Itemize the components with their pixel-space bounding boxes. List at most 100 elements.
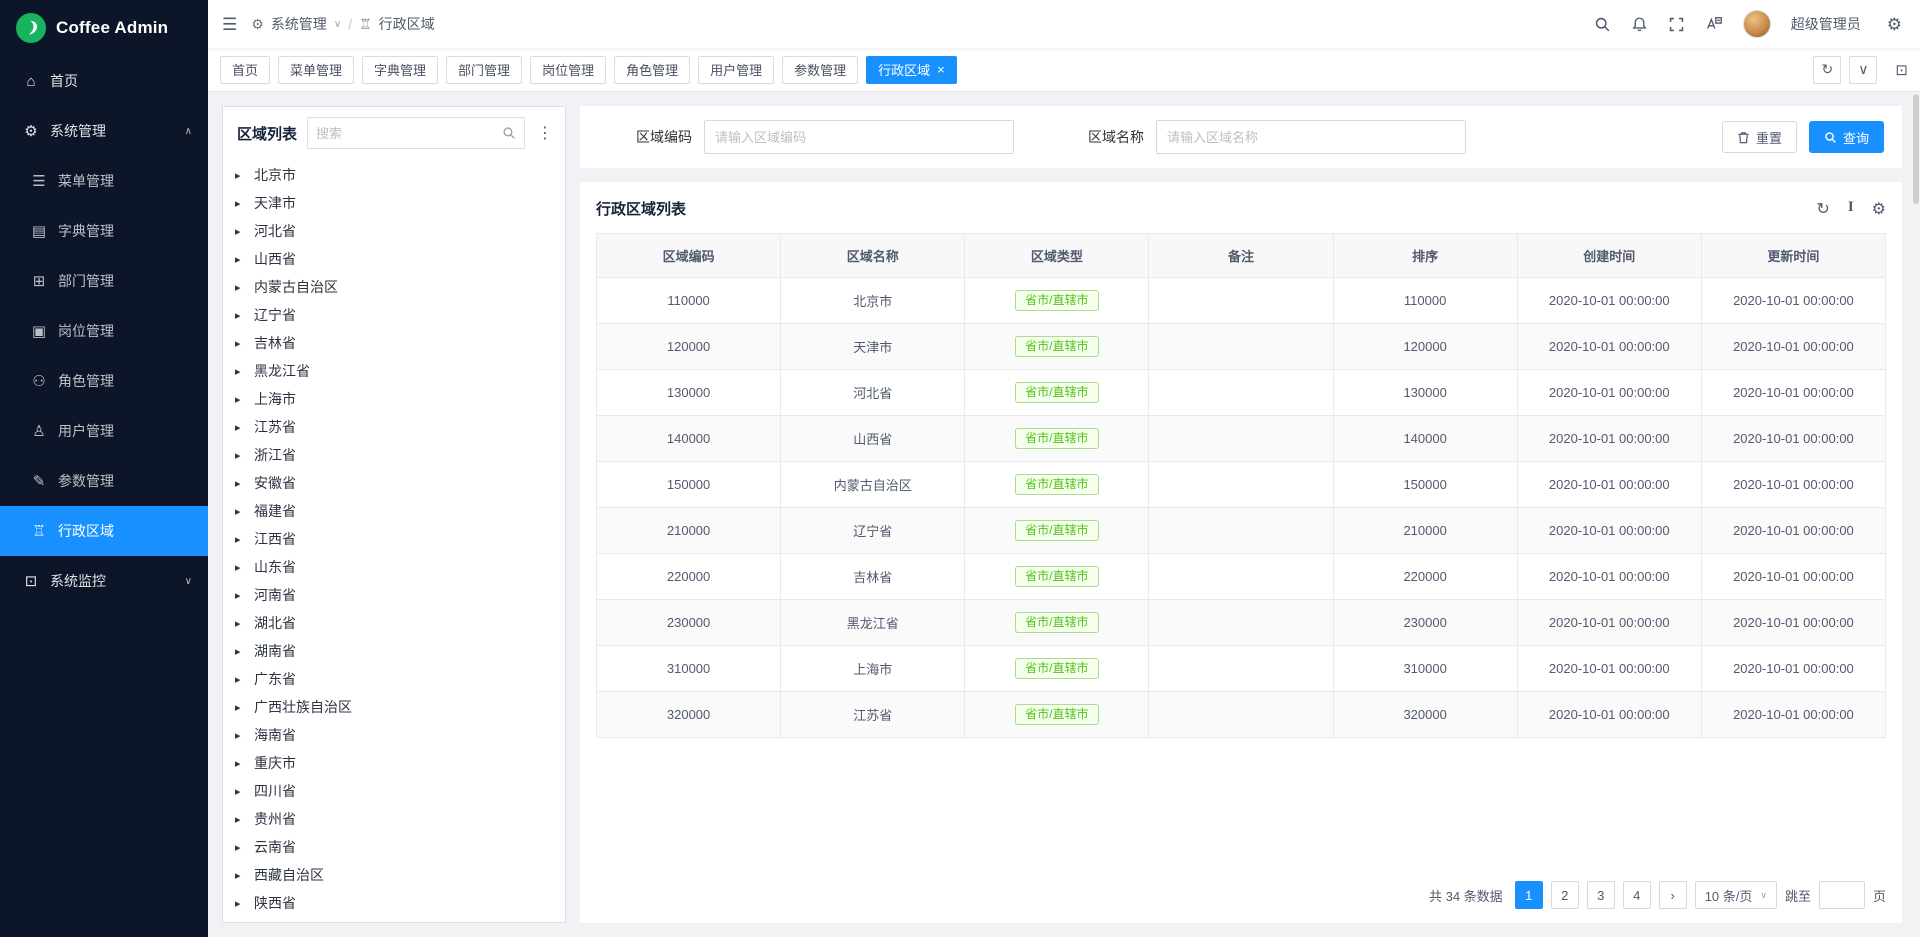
region-tree-list[interactable]: ▸北京市▸天津市▸河北省▸山西省▸内蒙古自治区▸辽宁省▸吉林省▸黑龙江省▸上海市… — [223, 159, 565, 922]
table-row[interactable]: 110000北京市省市/直辖市1100002020-10-01 00:00:00… — [597, 278, 1886, 324]
tree-item[interactable]: ▸广东省 — [225, 665, 565, 693]
tree-item[interactable]: ▸福建省 — [225, 497, 565, 525]
caret-right-icon[interactable]: ▸ — [235, 757, 245, 770]
search-button[interactable]: 查询 — [1809, 121, 1884, 153]
tree-item[interactable]: ▸湖北省 — [225, 609, 565, 637]
sidebar-item-user[interactable]: ♙用户管理 — [0, 406, 208, 456]
caret-right-icon[interactable]: ▸ — [235, 561, 245, 574]
current-user-name[interactable]: 超级管理员 — [1791, 14, 1861, 34]
tree-item[interactable]: ▸广西壮族自治区 — [225, 693, 565, 721]
sidebar-item-post[interactable]: ▣岗位管理 — [0, 306, 208, 356]
caret-right-icon[interactable]: ▸ — [235, 589, 245, 602]
fullscreen-icon[interactable] — [1668, 16, 1685, 33]
search-icon[interactable] — [1594, 16, 1611, 33]
sidebar-item-role[interactable]: ⚇角色管理 — [0, 356, 208, 406]
page-button-4[interactable]: 4 — [1623, 881, 1651, 909]
sidebar-item-dept[interactable]: ⊞部门管理 — [0, 256, 208, 306]
tab-7[interactable]: 参数管理 — [782, 56, 858, 84]
tree-item[interactable]: ▸重庆市 — [225, 749, 565, 777]
table-row[interactable]: 120000天津市省市/直辖市1200002020-10-01 00:00:00… — [597, 324, 1886, 370]
caret-right-icon[interactable]: ▸ — [235, 309, 245, 322]
tab-1[interactable]: 菜单管理 — [278, 56, 354, 84]
tree-item[interactable]: ▸湖南省 — [225, 637, 565, 665]
sidebar-item-gear[interactable]: ⚙系统管理∧ — [0, 106, 208, 156]
tab-4[interactable]: 岗位管理 — [530, 56, 606, 84]
page-size-select[interactable]: 10 条/页 ∨ — [1695, 881, 1777, 909]
tree-item[interactable]: ▸江苏省 — [225, 413, 565, 441]
refresh-icon[interactable]: ↻ — [1816, 199, 1829, 219]
sidebar-item-bank[interactable]: ♖行政区域 — [0, 506, 208, 556]
caret-right-icon[interactable]: ▸ — [235, 449, 245, 462]
tree-item[interactable]: ▸山西省 — [225, 245, 565, 273]
tree-item[interactable]: ▸云南省 — [225, 833, 565, 861]
tree-item[interactable]: ▸江西省 — [225, 525, 565, 553]
caret-right-icon[interactable]: ▸ — [235, 281, 245, 294]
page-scrollbar[interactable] — [1912, 92, 1920, 937]
caret-right-icon[interactable]: ▸ — [235, 393, 245, 406]
tree-item[interactable]: ▸河北省 — [225, 217, 565, 245]
page-button-1[interactable]: 1 — [1515, 881, 1543, 909]
settings-gear-icon[interactable]: ⚙ — [1887, 16, 1902, 33]
table-row[interactable]: 320000江苏省省市/直辖市3200002020-10-01 00:00:00… — [597, 692, 1886, 738]
density-icon[interactable]: I — [1848, 199, 1854, 219]
tab-6[interactable]: 用户管理 — [698, 56, 774, 84]
refresh-icon[interactable]: ↻ — [1813, 56, 1841, 84]
app-logo[interactable]: Coffee Admin — [0, 0, 208, 56]
tab-3[interactable]: 部门管理 — [446, 56, 522, 84]
sidebar-item-home[interactable]: ⌂首页 — [0, 56, 208, 106]
tree-item[interactable]: ▸山东省 — [225, 553, 565, 581]
notification-bell-icon[interactable] — [1631, 16, 1648, 33]
region-search-input[interactable] — [316, 126, 496, 141]
reset-button[interactable]: 重置 — [1722, 121, 1797, 153]
table-row[interactable]: 140000山西省省市/直辖市1400002020-10-01 00:00:00… — [597, 416, 1886, 462]
caret-right-icon[interactable]: ▸ — [235, 421, 245, 434]
caret-right-icon[interactable]: ▸ — [235, 253, 245, 266]
tree-item[interactable]: ▸陕西省 — [225, 889, 565, 917]
tab-5[interactable]: 角色管理 — [614, 56, 690, 84]
tree-item[interactable]: ▸天津市 — [225, 189, 565, 217]
tab-2[interactable]: 字典管理 — [362, 56, 438, 84]
caret-right-icon[interactable]: ▸ — [235, 365, 245, 378]
more-options-icon[interactable]: ⋮ — [535, 123, 555, 143]
translate-icon[interactable] — [1705, 15, 1723, 33]
jump-page-input[interactable] — [1819, 881, 1865, 909]
column-settings-gear-icon[interactable]: ⚙ — [1872, 199, 1886, 219]
tree-item[interactable]: ▸辽宁省 — [225, 301, 565, 329]
tree-item[interactable]: ▸海南省 — [225, 721, 565, 749]
breadcrumb-parent[interactable]: 系统管理 — [271, 14, 327, 34]
caret-right-icon[interactable]: ▸ — [235, 533, 245, 546]
caret-right-icon[interactable]: ▸ — [235, 617, 245, 630]
table-row[interactable]: 310000上海市省市/直辖市3100002020-10-01 00:00:00… — [597, 646, 1886, 692]
tree-item[interactable]: ▸四川省 — [225, 777, 565, 805]
caret-right-icon[interactable]: ▸ — [235, 645, 245, 658]
region-name-input[interactable] — [1156, 120, 1466, 154]
table-row[interactable]: 210000辽宁省省市/直辖市2100002020-10-01 00:00:00… — [597, 508, 1886, 554]
sidebar-item-monitor[interactable]: ⊡系统监控∨ — [0, 556, 208, 606]
layout-panel-icon[interactable]: ⊡ — [1895, 61, 1908, 79]
caret-right-icon[interactable]: ▸ — [235, 673, 245, 686]
tree-item[interactable]: ▸河南省 — [225, 581, 565, 609]
page-button-2[interactable]: 2 — [1551, 881, 1579, 909]
tree-item[interactable]: ▸甘肃省 — [225, 917, 565, 922]
caret-right-icon[interactable]: ▸ — [235, 337, 245, 350]
table-row[interactable]: 220000吉林省省市/直辖市2200002020-10-01 00:00:00… — [597, 554, 1886, 600]
caret-right-icon[interactable]: ▸ — [235, 813, 245, 826]
tree-item[interactable]: ▸黑龙江省 — [225, 357, 565, 385]
caret-right-icon[interactable]: ▸ — [235, 197, 245, 210]
user-avatar[interactable] — [1743, 10, 1771, 38]
tree-item[interactable]: ▸北京市 — [225, 161, 565, 189]
scrollbar-thumb[interactable] — [1913, 94, 1919, 204]
caret-right-icon[interactable]: ▸ — [235, 841, 245, 854]
table-row[interactable]: 130000河北省省市/直辖市1300002020-10-01 00:00:00… — [597, 370, 1886, 416]
search-icon[interactable] — [502, 126, 516, 140]
region-code-input[interactable] — [704, 120, 1014, 154]
caret-right-icon[interactable]: ▸ — [235, 701, 245, 714]
tabs-menu-chevron-icon[interactable]: ∨ — [1849, 56, 1877, 84]
caret-right-icon[interactable]: ▸ — [235, 505, 245, 518]
tree-item[interactable]: ▸吉林省 — [225, 329, 565, 357]
page-button-3[interactable]: 3 — [1587, 881, 1615, 909]
tree-item[interactable]: ▸安徽省 — [225, 469, 565, 497]
caret-right-icon[interactable]: ▸ — [235, 869, 245, 882]
sidebar-item-param[interactable]: ✎参数管理 — [0, 456, 208, 506]
table-row[interactable]: 150000内蒙古自治区省市/直辖市1500002020-10-01 00:00… — [597, 462, 1886, 508]
